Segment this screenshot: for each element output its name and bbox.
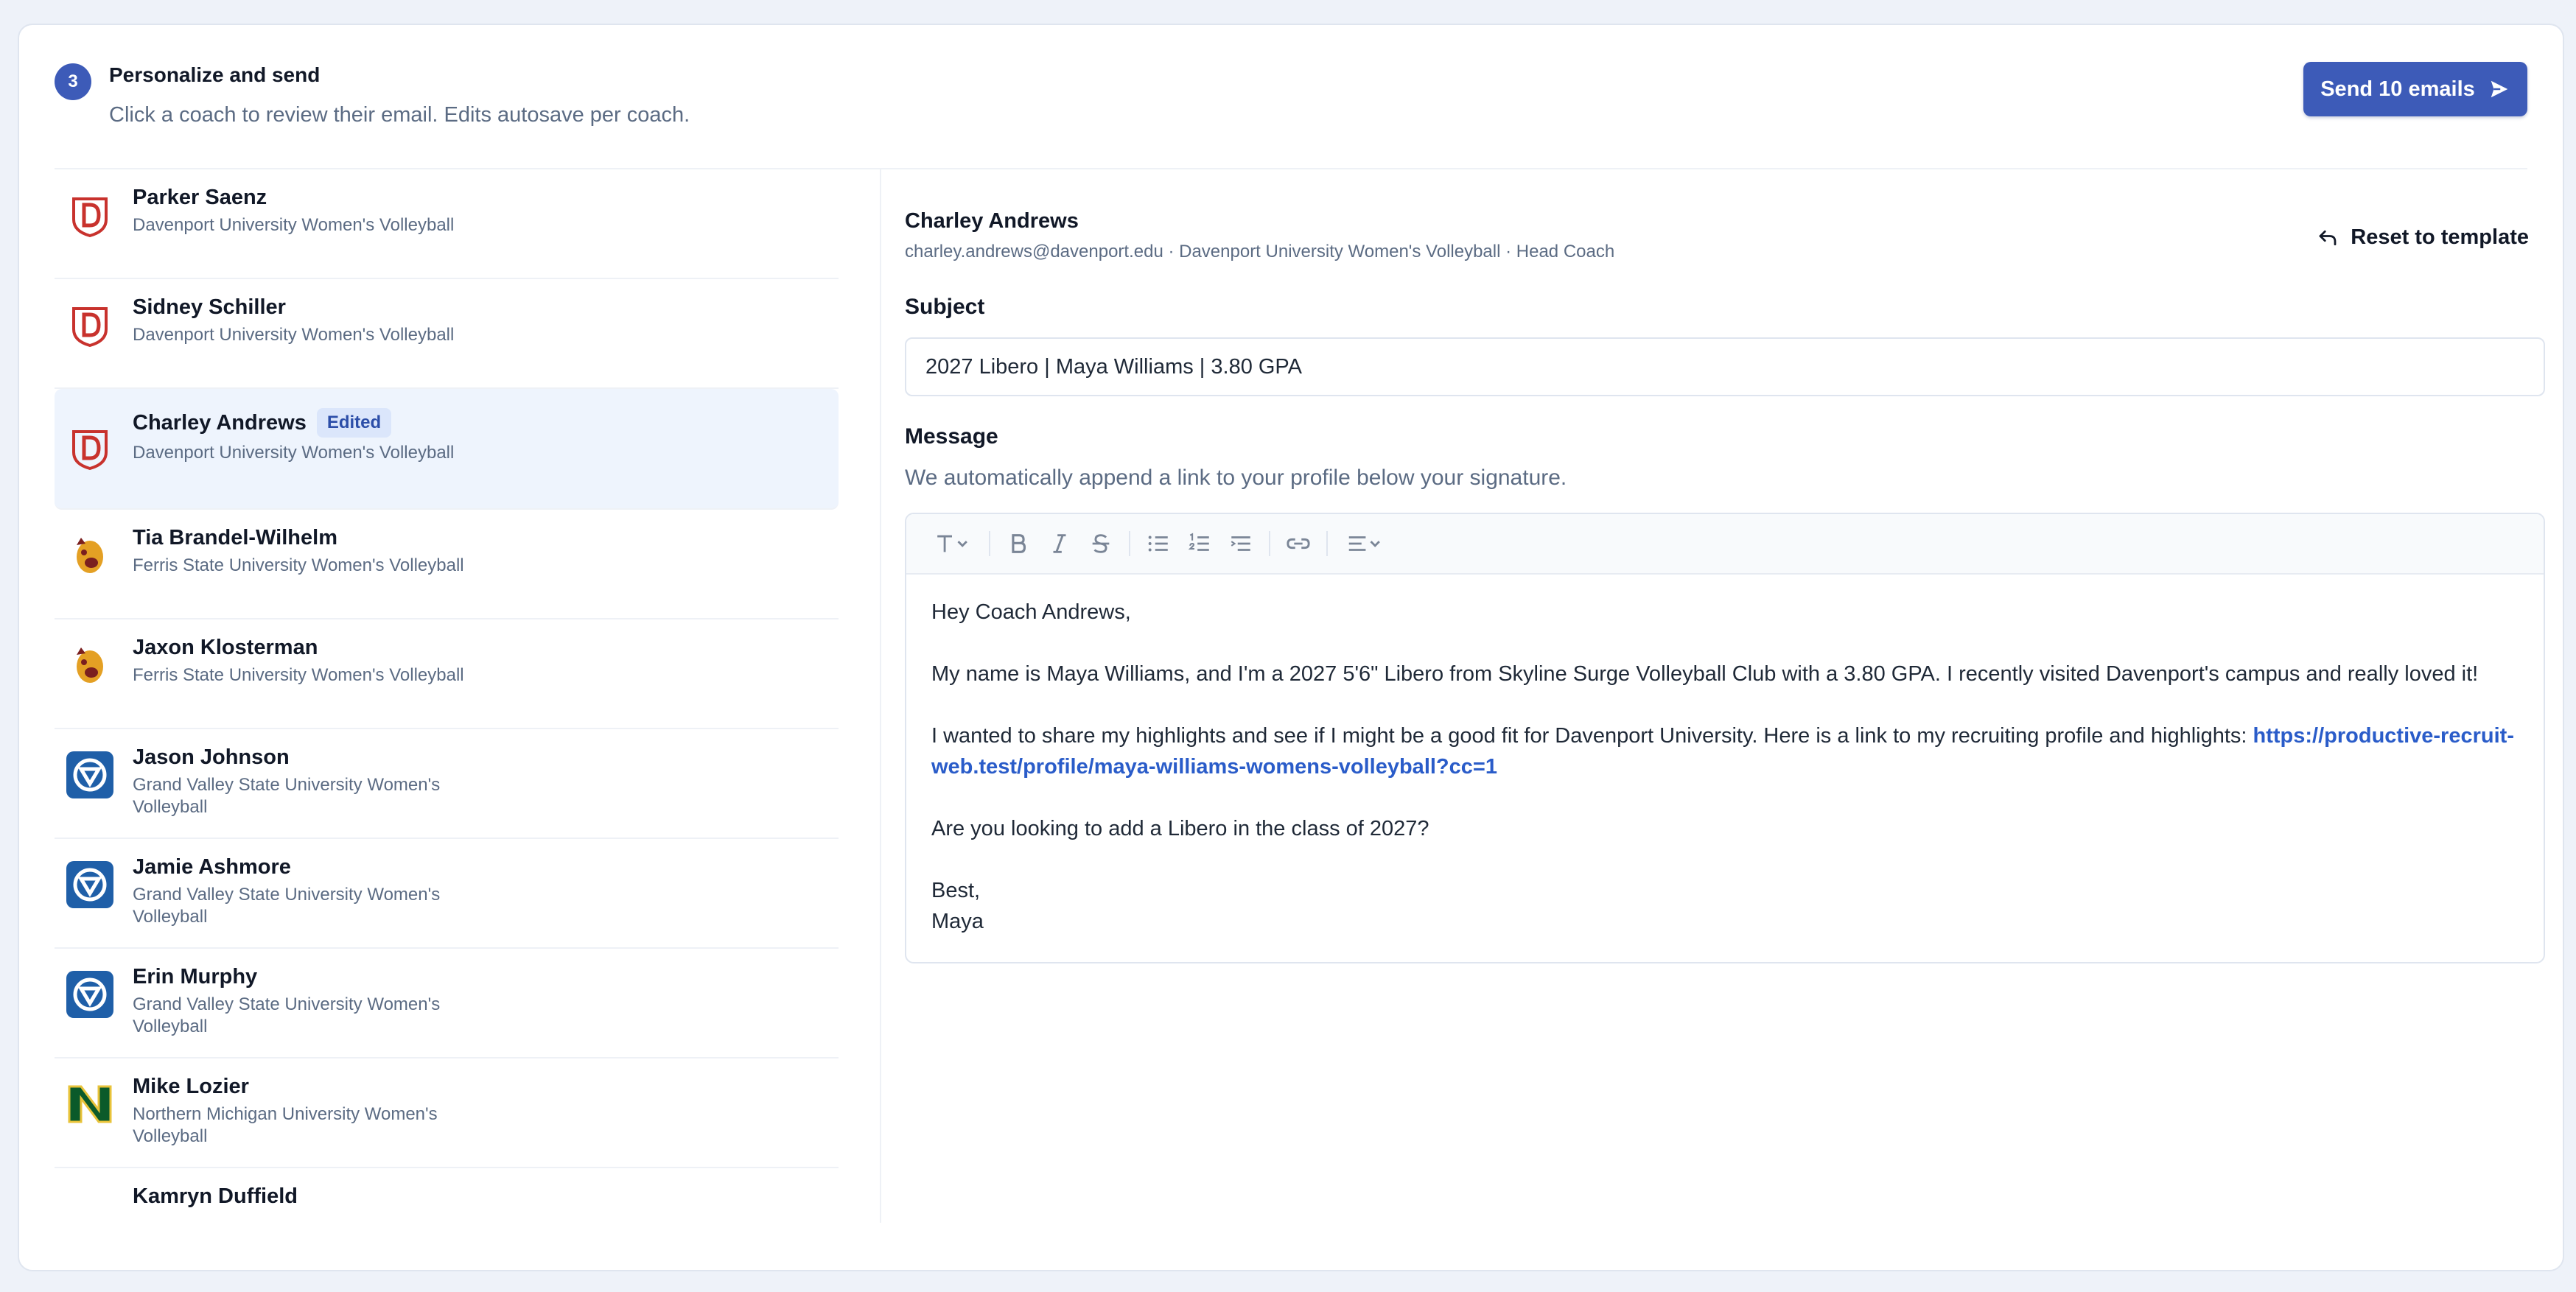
davenport-logo-icon — [66, 301, 113, 348]
send-icon — [2491, 80, 2508, 98]
align-icon — [1348, 536, 1380, 551]
coach-school: Ferris State University Women's Volleyba… — [133, 665, 464, 685]
coach-name: Sidney Schiller — [133, 295, 286, 319]
bullet-list-button[interactable] — [1138, 523, 1179, 564]
step-title: Personalize and send — [109, 63, 321, 86]
coach-list-item[interactable]: Sidney Schiller Davenport University Wom… — [55, 279, 839, 389]
message-label: Message — [905, 424, 998, 449]
numbered-list-icon — [1188, 533, 1209, 551]
coach-school: Northern Michigan University Women's Vol… — [133, 1104, 438, 1146]
personalize-card: 3 Personalize and send Click a coach to … — [18, 24, 2564, 1271]
insert-link-button[interactable] — [1278, 523, 1319, 564]
coach-name: Kamryn Duffield — [133, 1184, 298, 1208]
selected-coach-meta: charley.andrews@davenport.edu · Davenpor… — [905, 242, 1615, 261]
coach-school: Grand Valley State University Women's Vo… — [133, 775, 441, 817]
grand-valley-logo-icon — [66, 751, 113, 798]
indent-icon — [1231, 536, 1250, 551]
coach-name: Jason Johnson — [133, 745, 290, 769]
coach-list-item[interactable]: Jamie Ashmore Grand Valley State Univers… — [55, 839, 839, 949]
message-hint: We automatically append a link to your p… — [905, 466, 1567, 490]
selected-coach-name: Charley Andrews — [905, 209, 1079, 233]
coach-school: Ferris State University Women's Volleyba… — [133, 555, 464, 575]
email-signoff: Best, — [931, 879, 981, 902]
step-subtitle: Click a coach to review their email. Edi… — [109, 103, 690, 127]
email-greeting: Hey Coach Andrews, — [931, 600, 1131, 624]
reset-to-template-button[interactable]: Reset to template — [2300, 217, 2545, 259]
coach-name: Tia Brandel-Wilhelm — [133, 526, 337, 550]
coach-school: Davenport University Women's Volleyball — [133, 325, 455, 345]
step-number-badge: 3 — [55, 63, 91, 100]
coach-list-item[interactable]: Jason Johnson Grand Valley State Univers… — [55, 729, 839, 839]
email-paragraph-text: I wanted to share my highlights and see … — [931, 724, 2253, 748]
coach-name: Erin Murphy — [133, 965, 258, 989]
email-paragraph: I wanted to share my highlights and see … — [931, 720, 2519, 782]
coach-school: Davenport University Women's Volleyball — [133, 443, 455, 463]
coach-list-item[interactable]: Kamryn Duffield — [55, 1168, 839, 1223]
grand-valley-logo-icon — [66, 861, 113, 908]
italic-icon — [1053, 534, 1066, 553]
coach-name: Mike Lozier — [133, 1075, 249, 1098]
email-paragraph: My name is Maya Williams, and I'm a 2027… — [931, 662, 2479, 686]
reset-label: Reset to template — [2351, 225, 2529, 249]
panel-divider — [880, 169, 881, 1223]
message-editor[interactable]: Hey Coach Andrews, My name is Maya Willi… — [905, 513, 2545, 963]
bullet-list-icon — [1148, 536, 1168, 552]
subject-label: Subject — [905, 295, 985, 319]
ferris-state-bulldog-icon — [66, 642, 113, 689]
undo-icon — [2319, 230, 2337, 245]
align-dropdown[interactable] — [1335, 523, 1394, 564]
indent-button[interactable] — [1220, 523, 1261, 564]
toolbar-separator — [1326, 531, 1328, 556]
italic-button[interactable] — [1039, 523, 1080, 564]
coach-name: Jamie Ashmore — [133, 855, 291, 879]
edited-badge: Edited — [316, 408, 392, 438]
toolbar-separator — [1269, 531, 1270, 556]
coach-name: Parker Saenz — [133, 186, 267, 209]
bold-icon — [1012, 534, 1026, 553]
northern-michigan-logo-icon — [66, 1081, 113, 1128]
numbered-list-button[interactable] — [1179, 523, 1220, 564]
email-signature: Maya — [931, 910, 984, 933]
davenport-logo-icon — [66, 424, 113, 471]
bold-button[interactable] — [998, 523, 1039, 564]
coach-school: Davenport University Women's Volleyball — [133, 215, 455, 235]
coach-name: Charley Andrews — [133, 410, 307, 435]
coach-school: Grand Valley State University Women's Vo… — [133, 885, 441, 927]
strikethrough-icon — [1092, 534, 1110, 553]
send-emails-button[interactable]: Send 10 emails — [2303, 62, 2527, 116]
coach-school: Grand Valley State University Women's Vo… — [133, 994, 441, 1036]
text-style-icon — [937, 535, 967, 552]
editor-content[interactable]: Hey Coach Andrews, My name is Maya Willi… — [906, 575, 2544, 937]
coach-name: Jaxon Klosterman — [133, 636, 318, 659]
coach-list-item[interactable]: Parker Saenz Davenport University Women'… — [55, 169, 839, 279]
grand-valley-logo-icon — [66, 971, 113, 1018]
davenport-logo-icon — [66, 192, 113, 239]
link-icon — [1287, 538, 1310, 550]
toolbar-separator — [989, 531, 990, 556]
text-style-dropdown[interactable] — [923, 523, 981, 564]
email-paragraph: Are you looking to add a Libero in the c… — [931, 817, 1429, 840]
editor-toolbar — [906, 514, 2544, 575]
coach-list-item[interactable]: Erin Murphy Grand Valley State Universit… — [55, 949, 839, 1058]
coach-list-item[interactable]: Jaxon Klosterman Ferris State University… — [55, 619, 839, 729]
coach-list[interactable]: Parker Saenz Davenport University Women'… — [55, 169, 839, 1223]
coach-list-item-selected[interactable]: Charley Andrews Edited Davenport Univers… — [55, 389, 839, 510]
send-button-label: Send 10 emails — [2320, 77, 2475, 101]
ferris-state-bulldog-icon — [66, 532, 113, 579]
subject-input[interactable] — [905, 337, 2545, 396]
toolbar-separator — [1129, 531, 1130, 556]
coach-list-item[interactable]: Mike Lozier Northern Michigan University… — [55, 1058, 839, 1168]
coach-list-item[interactable]: Tia Brandel-Wilhelm Ferris State Univers… — [55, 510, 839, 619]
strikethrough-button[interactable] — [1080, 523, 1121, 564]
